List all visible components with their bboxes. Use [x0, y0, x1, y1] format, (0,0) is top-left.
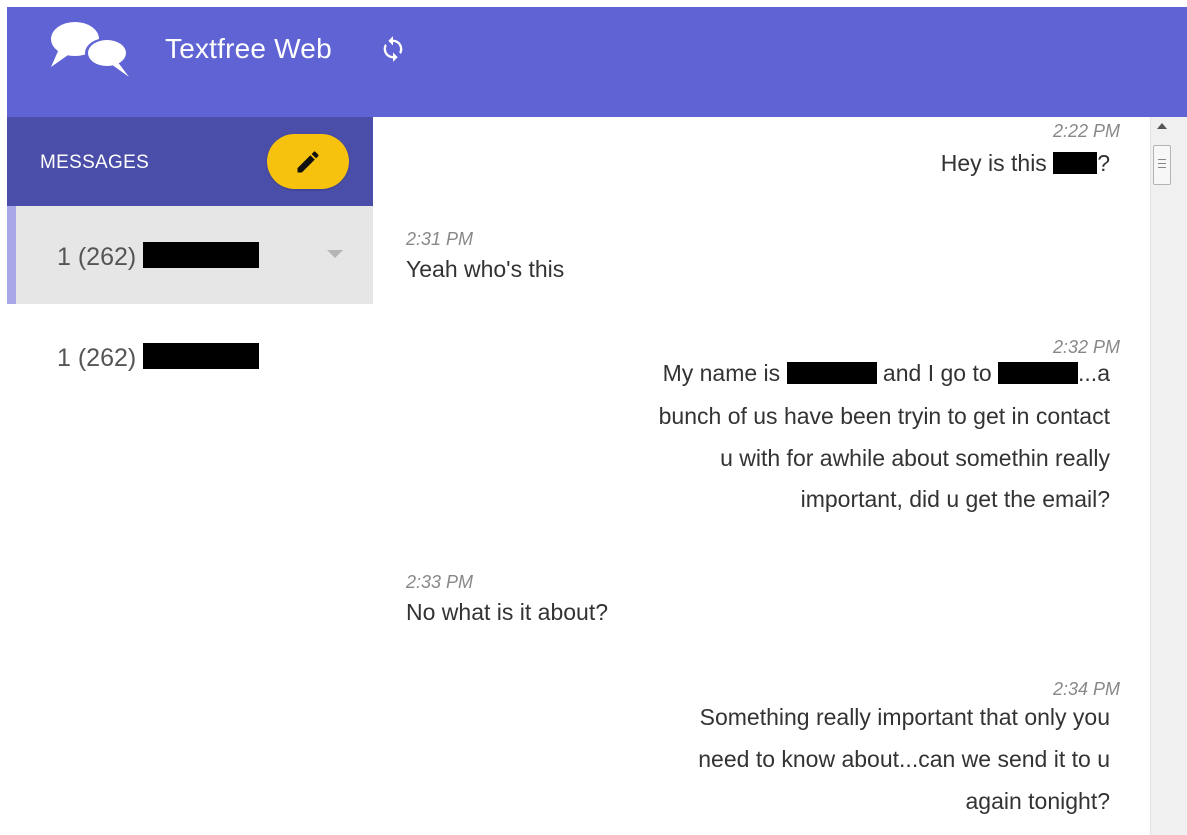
pencil-icon: [297, 151, 319, 173]
conversation-number: 1 (262): [57, 343, 260, 373]
message-outgoing: 2:22 PM Hey is this ?: [941, 121, 1120, 184]
message-thread: 2:22 PM Hey is this ? 2:31 PM Yeah who's…: [373, 117, 1150, 835]
message-text: Yeah who's this: [406, 256, 565, 282]
message-incoming: 2:33 PM No what is it about?: [406, 572, 608, 627]
refresh-icon[interactable]: [379, 35, 407, 63]
message-text: Hey is this ?: [940, 150, 1110, 176]
message-text: Something really important that only you…: [698, 704, 1110, 814]
top-bar: Textfree Web: [7, 7, 1187, 117]
redaction-block: [998, 362, 1079, 384]
vertical-scrollbar[interactable]: [1150, 117, 1187, 835]
message-text: My name is and I go to ...a bunch of us …: [658, 360, 1110, 512]
sidebar-header: MESSAGES: [7, 117, 373, 206]
scroll-up-arrow-icon[interactable]: [1157, 123, 1167, 129]
message-time: 2:33 PM: [406, 572, 474, 592]
scroll-thumb[interactable]: [1153, 145, 1171, 185]
message-incoming: 2:31 PM Yeah who's this: [406, 229, 564, 284]
conversation-sidebar: MESSAGES 1 (262) 1 (262): [7, 117, 373, 835]
message-outgoing: 2:32 PM My name is and I go to ...a bunc…: [659, 337, 1120, 521]
conversation-item[interactable]: 1 (262): [7, 306, 373, 404]
redaction-block: [1053, 152, 1098, 174]
messages-heading: MESSAGES: [40, 152, 150, 173]
redaction-block: [786, 362, 877, 384]
chat-bubbles-logo-icon: [51, 22, 129, 77]
redaction-block: [143, 343, 260, 369]
redaction-block: [143, 242, 260, 268]
message-text: No what is it about?: [406, 599, 609, 625]
conversation-number: 1 (262): [57, 242, 260, 272]
app-title: Textfree Web: [165, 33, 332, 64]
active-indicator: [7, 206, 16, 304]
chevron-down-icon[interactable]: [327, 250, 343, 258]
conversation-item[interactable]: 1 (262): [7, 206, 373, 304]
compose-button[interactable]: [267, 134, 349, 189]
message-outgoing: 2:34 PM Something really important that …: [698, 679, 1120, 822]
message-time: 2:31 PM: [406, 229, 474, 249]
message-time: 2:22 PM: [1052, 121, 1120, 141]
